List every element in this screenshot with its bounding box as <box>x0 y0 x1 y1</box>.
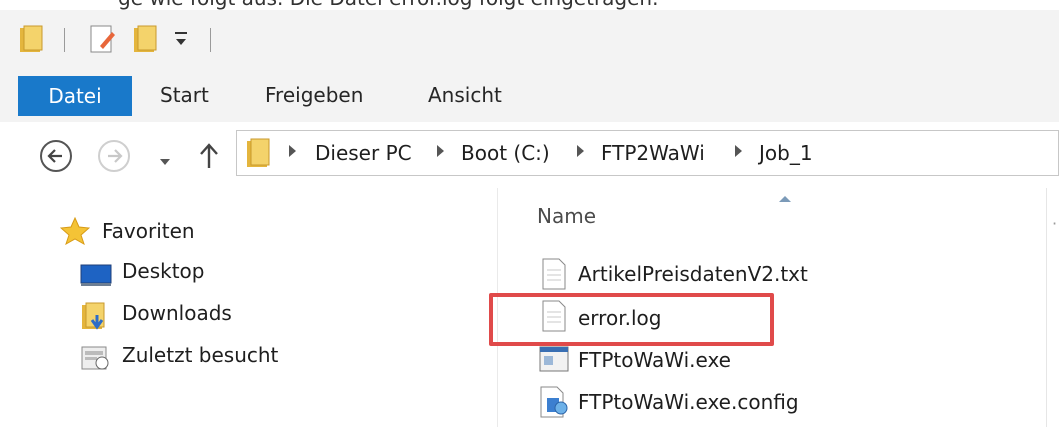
forward-button[interactable] <box>98 140 130 172</box>
recent-locations-dropdown-icon[interactable] <box>158 152 172 171</box>
cut-off-text: ge wie folgt aus. Die Datei error.log fo… <box>118 0 658 10</box>
desktop-icon <box>80 263 112 292</box>
breadcrumb-job-1[interactable]: Job_1 <box>759 141 813 165</box>
new-folder-icon[interactable] <box>132 24 160 58</box>
ribbon-tabs: Datei Start Freigeben Ansicht <box>0 68 1059 123</box>
breadcrumb-ftp2wawi[interactable]: FTP2WaWi <box>601 141 705 165</box>
highlight-box <box>489 293 774 346</box>
nav-item-label: Zuletzt besucht <box>122 343 279 367</box>
file-name: FTPtoWaWi.exe <box>578 348 731 372</box>
breadcrumb-dieser-pc[interactable]: Dieser PC <box>315 141 412 165</box>
file-name: FTPtoWaWi.exe.config <box>578 390 799 414</box>
forward-arrow-icon <box>108 149 123 163</box>
nav-favorites-label: Favoriten <box>102 219 195 243</box>
breadcrumb-chevron-icon[interactable] <box>437 145 444 157</box>
navigation-bar: Dieser PC Boot (C:) FTP2WaWi Job_1 <box>0 122 1059 188</box>
recent-places-icon <box>80 343 112 378</box>
quick-access-toolbar <box>0 10 1059 68</box>
address-bar[interactable]: Dieser PC Boot (C:) FTP2WaWi Job_1 <box>236 130 1059 176</box>
cut-off-text-strip: ge wie folgt aus. Die Datei error.log fo… <box>0 0 1059 10</box>
exe-file-icon <box>539 346 569 376</box>
text-file-icon <box>541 258 567 294</box>
folder-icon <box>245 137 273 173</box>
sort-ascending-icon <box>779 196 791 202</box>
back-button[interactable] <box>40 140 72 172</box>
tab-datei[interactable]: Datei <box>18 76 132 116</box>
toolbar-separator <box>64 28 65 52</box>
tab-start[interactable]: Start <box>160 68 209 122</box>
breadcrumb-chevron-icon[interactable] <box>289 145 296 157</box>
file-row[interactable]: FTPtoWaWi.exe <box>537 342 797 378</box>
toolbar-separator <box>210 28 211 52</box>
nav-item-label: Desktop <box>122 259 205 283</box>
downloads-folder-icon <box>80 301 112 336</box>
file-row[interactable]: ArtikelPreisdatenV2.txt <box>537 256 837 292</box>
tab-ansicht[interactable]: Ansicht <box>428 68 502 122</box>
breadcrumb-chevron-icon[interactable] <box>577 145 584 157</box>
properties-icon[interactable] <box>88 24 118 60</box>
folder-icon[interactable] <box>18 24 46 58</box>
nav-item-label: Downloads <box>122 301 232 325</box>
column-header-name[interactable]: Name <box>537 204 596 228</box>
star-icon <box>59 216 91 250</box>
back-arrow-icon <box>47 149 62 163</box>
breadcrumb-boot-c[interactable]: Boot (C:) <box>461 141 550 165</box>
up-arrow-icon[interactable] <box>198 142 220 174</box>
config-file-icon <box>539 386 569 422</box>
tab-freigeben[interactable]: Freigeben <box>265 68 363 122</box>
file-row[interactable]: FTPtoWaWi.exe.config <box>537 384 837 420</box>
next-column-header-fragment[interactable]: · <box>1052 214 1057 233</box>
customize-dropdown-icon[interactable] <box>174 30 188 52</box>
breadcrumb-chevron-icon[interactable] <box>735 145 742 157</box>
file-name: ArtikelPreisdatenV2.txt <box>578 262 808 286</box>
column-divider[interactable] <box>1046 188 1047 427</box>
